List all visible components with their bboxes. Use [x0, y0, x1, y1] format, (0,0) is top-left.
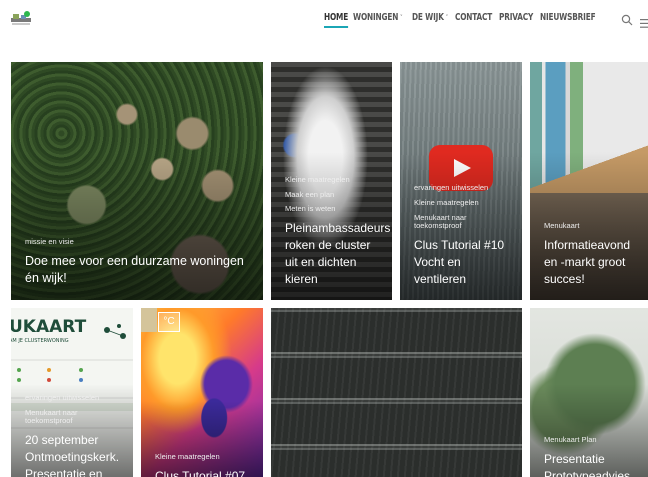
card-content: ervaringen uitwisselen Menukaart naar to… — [25, 393, 123, 477]
card-category[interactable]: Menukaart — [544, 222, 638, 231]
card-category[interactable]: missie en visie — [25, 237, 253, 247]
card-content: Kleine maatregelen Clus Tutorial #07 — [155, 453, 253, 477]
card-content: Kleine maatregelen Maak een plan Meten i… — [285, 175, 390, 288]
card-content: Menukaart Informatieavond en -markt groo… — [544, 222, 638, 288]
svg-text:AM JE CLUSTERWONING: AM JE CLUSTERWONING — [11, 338, 69, 344]
card-category[interactable]: Meten is weten — [285, 205, 382, 214]
nav-privacy[interactable]: PRIVACY — [499, 12, 533, 28]
card-category: Menukaart Plan — [544, 436, 638, 445]
card-title[interactable]: Doe mee voor een duurzame woningen én wi… — [25, 253, 253, 289]
nav-contact-label: CONTACT — [454, 12, 492, 23]
nav-contact[interactable]: CONTACT — [455, 12, 492, 28]
nav-home[interactable]: HOME — [324, 12, 349, 28]
card-content: missie en visie Doe mee voor een duurzam… — [25, 237, 253, 289]
site-logo[interactable] — [10, 10, 32, 28]
main-nav: HOME WONINGEN ˅ DE WIJK ˅ CONTACT PRIVACY … — [324, 12, 604, 28]
siding-texture — [271, 308, 522, 477]
nav-nieuwsbrief[interactable]: NIEUWSBRIEF — [539, 12, 596, 28]
card-category[interactable]: ervaringen uitwisselen — [25, 393, 123, 403]
card-title[interactable]: Informatieavond en -markt groot succes! — [544, 237, 638, 288]
card-category-plan[interactable]: Plan — [582, 435, 597, 445]
chevron-down-icon: ˅ — [445, 14, 448, 22]
nav-privacy-label: PRIVACY — [498, 12, 533, 23]
card-category[interactable]: Menukaart naar toekomstproof — [25, 408, 123, 426]
card-title[interactable]: Pleinambassadeurs roken de cluster uit e… — [285, 220, 390, 288]
post-card-church[interactable]: Menukaart Informatieavond en -markt groo… — [530, 62, 648, 300]
hamburger-menu-icon[interactable] — [640, 15, 648, 28]
chevron-down-icon: ˅ — [400, 14, 403, 22]
post-card-tree[interactable]: Menukaart Plan Presentatie Prototypeadvi… — [530, 308, 648, 477]
card-category[interactable]: Kleine maatregelen — [155, 453, 253, 462]
card-title[interactable]: Clus Tutorial #07 — [155, 468, 253, 477]
nav-woningen-label: WONINGEN — [353, 12, 399, 23]
nav-woningen[interactable]: WONINGEN ˅ — [353, 12, 403, 28]
site-header: HOME WONINGEN ˅ DE WIJK ˅ CONTACT PRIVACY … — [0, 0, 648, 40]
card-content: ervaringen uitwisselen Kleine maatregele… — [414, 184, 512, 288]
card-content: Menukaart Plan Presentatie Prototypeadvi… — [544, 436, 638, 477]
nav-home-label: HOME — [324, 12, 349, 23]
nav-de-wijk-label: DE WIJK — [411, 12, 444, 23]
card-category[interactable]: Kleine maatregelen — [414, 198, 512, 208]
temperature-unit-icon: °C — [158, 312, 180, 332]
nav-nieuwsbrief-label: NIEUWSBRIEF — [539, 12, 596, 23]
svg-text:UKAART: UKAART — [11, 317, 87, 337]
post-card-aerial[interactable]: missie en visie Doe mee voor een duurzam… — [11, 62, 263, 300]
post-card-video[interactable]: ervaringen uitwisselen Kleine maatregele… — [400, 62, 522, 300]
card-title[interactable]: 20 september Ontmoetingskerk. Presentati… — [25, 432, 123, 477]
card-category[interactable]: ervaringen uitwisselen — [414, 184, 512, 193]
card-category-menukaart[interactable]: Menukaart — [544, 435, 579, 445]
post-card-smoke[interactable]: Kleine maatregelen Maak een plan Meten i… — [271, 62, 392, 300]
card-category[interactable]: Kleine maatregelen — [285, 175, 382, 185]
card-category[interactable]: Menukaart naar toekomstproof — [414, 213, 512, 231]
nav-de-wijk[interactable]: DE WIJK ˅ — [412, 12, 448, 28]
post-card-thermal[interactable]: °C Kleine maatregelen Clus Tutorial #07 — [141, 308, 263, 477]
search-icon[interactable] — [621, 13, 633, 26]
card-title[interactable]: Clus Tutorial #10 Vocht en ventileren — [414, 237, 512, 288]
thermal-scale — [141, 308, 157, 332]
post-card-menukaart[interactable]: UKAART AM JE CLUSTERWONING ervaringen ui… — [11, 308, 133, 477]
post-card-siding[interactable] — [271, 308, 522, 477]
card-title[interactable]: Presentatie Prototypeadvies — [544, 451, 638, 477]
card-category[interactable]: Maak een plan — [285, 190, 382, 200]
